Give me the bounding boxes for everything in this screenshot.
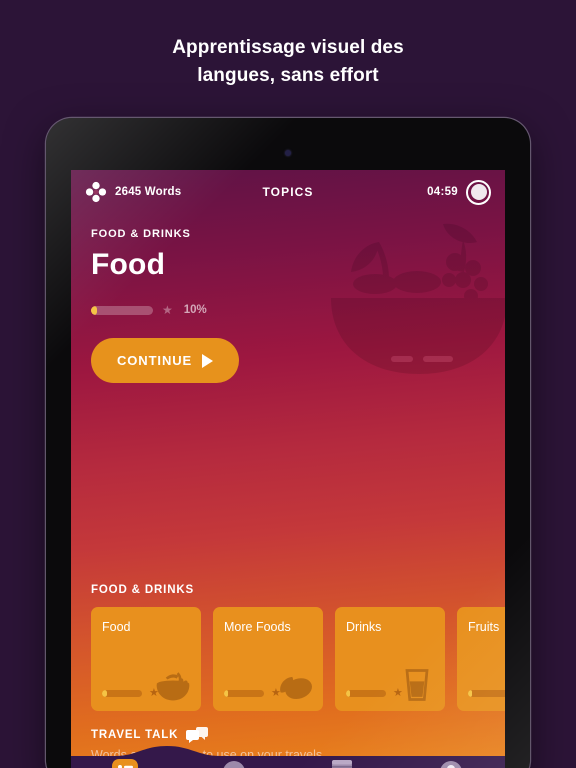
nav-item-collection[interactable]: Collection <box>288 758 397 768</box>
avatar-ring-icon[interactable] <box>466 179 491 205</box>
ninja-icon <box>220 758 248 768</box>
book-icon <box>328 758 356 768</box>
star-icon: ★ <box>162 303 173 317</box>
section-header: FOOD & DRINKS <box>91 584 505 596</box>
star-icon: ★ <box>149 687 159 699</box>
star-icon: ★ <box>393 687 403 699</box>
app-screen: 2645 Words TOPICS 04:59 FOOD & DRINKS Fo… <box>71 170 505 768</box>
hero-category-label: FOOD & DRINKS <box>91 228 191 240</box>
topic-card-progress: ★ <box>346 688 403 699</box>
topic-card[interactable]: Drinks ★ <box>335 607 445 711</box>
section-title: TRAVEL TALK <box>91 729 179 741</box>
clock-label: 04:59 <box>427 186 458 198</box>
app-status-bar: 2645 Words TOPICS 04:59 <box>71 170 505 214</box>
glass-icon <box>405 669 429 701</box>
hero-progress: ★ 10% <box>91 304 485 316</box>
topic-progress-bar <box>102 690 142 697</box>
section-title: FOOD & DRINKS <box>91 584 195 596</box>
topic-card-label: More Foods <box>224 620 291 634</box>
marketing-headline: Apprentissage visuel des langues, sans e… <box>0 34 576 90</box>
headline-line-1: Apprentissage visuel des <box>172 37 404 58</box>
topic-progress-bar <box>346 690 386 697</box>
topic-card[interactable]: Food ★ <box>91 607 201 711</box>
hero-progress-label: 10% <box>183 304 207 316</box>
topic-progress-bar <box>468 690 505 697</box>
status-bar-right: 04:59 <box>427 179 491 205</box>
topic-card-label: Food <box>102 620 131 634</box>
topic-card-progress: ★ <box>224 688 281 699</box>
topic-card-label: Fruits <box>468 620 500 634</box>
topic-card-row[interactable]: Food ★ More Foods ★ Drinks ★ Fruits ★ <box>91 607 505 711</box>
hero-progress-bar <box>91 305 153 315</box>
section-food-drinks: FOOD & DRINKS Food ★ More Foods ★ Drinks ★ Fru… <box>71 584 505 711</box>
chat-bubbles-icon <box>186 727 209 743</box>
person-icon <box>437 758 465 768</box>
hero-title: Food <box>91 248 166 281</box>
rice-bowl-icon <box>156 672 190 701</box>
section-header: TRAVEL TALK <box>91 727 505 743</box>
topic-card-progress: ★ <box>102 688 159 699</box>
page-root: Apprentissage visuel des langues, sans e… <box>0 0 576 768</box>
headline-line-2: langues, sans effort <box>197 65 379 86</box>
tablet-device-frame: 2645 Words TOPICS 04:59 FOOD & DRINKS Fo… <box>46 118 530 768</box>
continue-button-label: CONTINUE <box>117 353 193 368</box>
front-camera-icon <box>285 150 291 156</box>
list-icon <box>111 758 139 768</box>
hero-section: FOOD & DRINKS Food ★ 10% CONTINUE <box>71 214 505 383</box>
topic-progress-bar <box>224 690 264 697</box>
topic-card[interactable]: Fruits ★ <box>457 607 505 711</box>
continue-button[interactable]: CONTINUE <box>91 338 240 383</box>
nav-item-profile[interactable]: Profile <box>397 758 506 768</box>
bread-icon <box>280 676 312 700</box>
star-icon: ★ <box>271 687 281 699</box>
play-icon <box>202 353 214 368</box>
nav-item-dojo[interactable]: Dojo <box>180 758 289 768</box>
nav-item-topics[interactable]: Topics <box>71 758 180 768</box>
topic-card-label: Drinks <box>346 620 382 634</box>
topic-card[interactable]: More Foods ★ <box>213 607 323 711</box>
topic-card-progress: ★ <box>468 688 505 699</box>
bottom-navigation: TopicsDojoCollectionProfile <box>71 746 505 768</box>
